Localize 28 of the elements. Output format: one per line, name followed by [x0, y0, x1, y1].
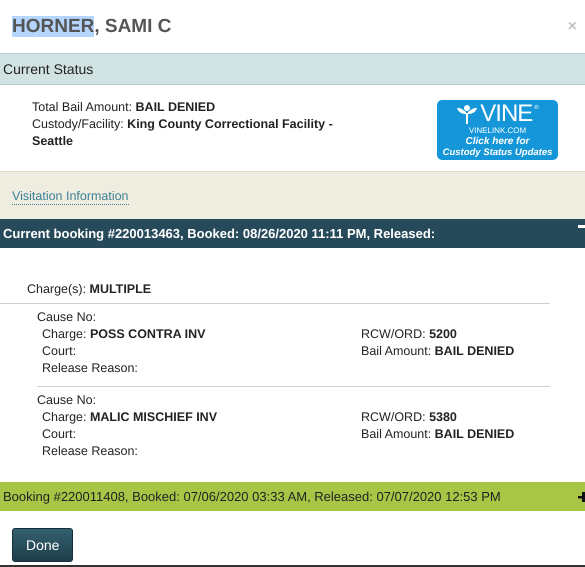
- bail-field: Bail Amount: BAIL DENIED: [361, 343, 550, 360]
- status-field: Custody/Facility: King County Correctional Facility - Seattle: [32, 116, 342, 150]
- brand-name: VINE: [480, 102, 532, 126]
- field-label: Release Reason:: [42, 443, 139, 460]
- section-header: Current Status: [0, 53, 585, 85]
- field-label: Cause No:: [37, 309, 98, 326]
- bail-field: Bail Amount: BAIL DENIED: [361, 426, 550, 443]
- field-label: Release Reason:: [42, 360, 139, 377]
- dialog-title: HORNER, SAMI C: [12, 17, 172, 36]
- site-label: VINELINK.COM: [468, 126, 528, 136]
- rcw-field: RCW/ORD: 5380: [361, 409, 550, 426]
- booking-header[interactable]: Current booking #220013463, Booked: 08/26/2020 11:11 PM, Released:: [0, 219, 585, 248]
- field-label: Court:: [42, 343, 78, 360]
- leaf-figure-icon: [456, 103, 478, 125]
- plus-icon: [578, 492, 585, 502]
- field-label: Court:: [42, 426, 78, 443]
- badge-text: Custody Status Updates: [442, 147, 552, 158]
- charge-field: Charge: MALIC MISCHIEF INV: [42, 409, 361, 426]
- rcw-field: RCW/ORD: 5200: [361, 326, 550, 343]
- charge-field: Charge: POSS CONTRA INV: [42, 326, 361, 343]
- minus-icon: [578, 225, 585, 228]
- visitation-link[interactable]: Visitation Information: [12, 188, 128, 204]
- field-label: Cause No:: [37, 392, 98, 409]
- badge-text: Click here for: [466, 136, 530, 147]
- booking-header[interactable]: Booking #220011408, Booked: 07/06/2020 03:33 AM, Released: 07/07/2020 12:53 PM: [0, 482, 585, 511]
- status-field: Total Bail Amount: BAIL DENIED: [32, 99, 342, 116]
- done-button[interactable]: Done: [12, 528, 74, 562]
- charges-summary: Charge(s): MULTIPLE: [0, 281, 550, 304]
